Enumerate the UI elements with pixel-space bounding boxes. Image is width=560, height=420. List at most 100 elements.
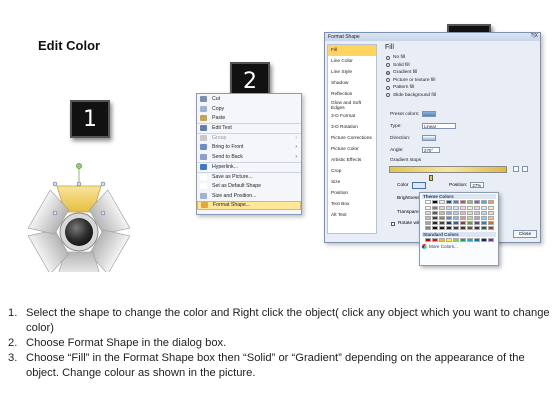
menu-item-send-to-back[interactable]: Send to Back › (197, 152, 301, 162)
menu-item-hyperlink[interactable]: Hyperlink... (197, 161, 301, 172)
color-swatch[interactable] (474, 216, 480, 220)
nav-item-artistic-effects[interactable]: Artistic Effects (328, 155, 376, 166)
menu-item-save-as-picture[interactable]: Save as Picture... (197, 171, 301, 182)
nav-item-picture-color[interactable]: Picture Color (328, 144, 376, 155)
color-swatch[interactable] (460, 226, 466, 230)
remove-stop-icon[interactable] (522, 166, 528, 172)
gradient-stop-handle[interactable] (429, 175, 433, 181)
menu-item-group[interactable]: Group › (197, 132, 301, 143)
direction-dropdown[interactable] (422, 135, 436, 141)
menu-item-copy[interactable]: Copy (197, 104, 301, 114)
close-button[interactable]: Close (513, 230, 537, 238)
gradient-stops-bar[interactable] (389, 166, 507, 173)
color-swatch[interactable] (488, 216, 494, 220)
option-slide-background-fill[interactable]: Slide background fill (386, 92, 539, 100)
color-swatch[interactable] (439, 211, 445, 215)
color-swatch[interactable] (425, 211, 431, 215)
option-solid-fill[interactable]: Solid fill (386, 62, 539, 70)
color-swatch[interactable] (460, 221, 466, 225)
color-swatch[interactable] (481, 238, 487, 242)
color-swatch[interactable] (446, 211, 452, 215)
color-swatch[interactable] (446, 226, 452, 230)
nav-item-line-style[interactable]: Line Style (328, 67, 376, 78)
menu-item-set-default-shape[interactable]: Set as Default Shape (197, 181, 301, 191)
color-swatch[interactable] (481, 211, 487, 215)
option-gradient-fill[interactable]: Gradient fill (386, 69, 539, 77)
color-swatch[interactable] (467, 238, 473, 242)
nav-item-line-color[interactable]: Line Color (328, 56, 376, 67)
color-swatch[interactable] (446, 216, 452, 220)
color-swatch[interactable] (460, 206, 466, 210)
option-no-fill[interactable]: No fill (386, 54, 539, 62)
selected-shape[interactable] (28, 160, 132, 272)
nav-item-size[interactable]: Size (328, 177, 376, 188)
nav-item-position[interactable]: Position (328, 188, 376, 199)
menu-item-edit-text[interactable]: Edit Text (197, 123, 301, 133)
color-swatch[interactable] (474, 226, 480, 230)
option-picture-fill[interactable]: Picture or texture fill (386, 77, 539, 85)
color-swatch[interactable] (467, 216, 473, 220)
color-swatch[interactable] (425, 216, 431, 220)
color-swatch[interactable] (488, 206, 494, 210)
resize-handle[interactable] (100, 181, 106, 187)
color-swatch[interactable] (460, 238, 466, 242)
color-swatch[interactable] (488, 226, 494, 230)
color-swatch[interactable] (467, 206, 473, 210)
color-swatch[interactable] (474, 200, 480, 204)
color-swatch[interactable] (432, 238, 438, 242)
resize-handle[interactable] (52, 210, 58, 216)
color-swatch[interactable] (488, 211, 494, 215)
color-swatch[interactable] (488, 200, 494, 204)
color-swatch[interactable] (481, 226, 487, 230)
resize-handle[interactable] (100, 210, 106, 216)
color-swatch[interactable] (439, 238, 445, 242)
type-dropdown[interactable]: Linear (422, 123, 456, 129)
color-swatch[interactable] (453, 238, 459, 242)
color-dropdown[interactable] (412, 182, 427, 189)
color-swatch[interactable] (439, 221, 445, 225)
color-swatch[interactable] (453, 216, 459, 220)
angle-input[interactable]: 270° (422, 147, 440, 153)
color-swatch[interactable] (453, 211, 459, 215)
color-swatch[interactable] (474, 211, 480, 215)
color-swatch[interactable] (474, 206, 480, 210)
color-swatch[interactable] (488, 238, 494, 242)
menu-item-paste[interactable]: Paste (197, 113, 301, 123)
color-swatch[interactable] (474, 238, 480, 242)
color-swatch[interactable] (425, 221, 431, 225)
color-swatch[interactable] (432, 226, 438, 230)
menu-item-cut[interactable]: Cut (197, 94, 301, 104)
color-swatch[interactable] (425, 226, 431, 230)
color-swatch[interactable] (446, 221, 452, 225)
color-swatch[interactable] (432, 206, 438, 210)
nav-item-3d-format[interactable]: 3-D Format (328, 111, 376, 122)
nav-item-alt-text[interactable]: Alt Text (328, 210, 376, 221)
color-swatch[interactable] (460, 211, 466, 215)
nav-item-fill[interactable]: Fill (328, 45, 376, 56)
option-pattern-fill[interactable]: Pattern fill (386, 84, 539, 92)
menu-item-size-position[interactable]: Size and Position... (197, 191, 301, 201)
color-swatch[interactable] (481, 206, 487, 210)
color-swatch[interactable] (460, 216, 466, 220)
color-swatch[interactable] (446, 206, 452, 210)
color-swatch[interactable] (474, 221, 480, 225)
color-swatch[interactable] (439, 206, 445, 210)
color-swatch[interactable] (453, 206, 459, 210)
preset-colors-dropdown[interactable] (422, 111, 436, 117)
rotate-handle[interactable] (76, 163, 82, 169)
color-swatch[interactable] (425, 200, 431, 204)
color-swatch[interactable] (425, 238, 431, 242)
color-swatch[interactable] (467, 211, 473, 215)
dialog-window-controls[interactable]: ?|X (531, 33, 538, 39)
color-swatch[interactable] (453, 226, 459, 230)
color-swatch[interactable] (453, 221, 459, 225)
nav-item-text-box[interactable]: Text Box (328, 199, 376, 210)
color-swatch[interactable] (467, 200, 473, 204)
color-swatch[interactable] (481, 216, 487, 220)
color-swatch[interactable] (432, 221, 438, 225)
resize-handle[interactable] (52, 181, 58, 187)
nav-item-3d-rotation[interactable]: 3-D Rotation (328, 122, 376, 133)
color-swatch[interactable] (439, 216, 445, 220)
menu-item-format-shape[interactable]: Format Shape... (197, 200, 301, 211)
color-swatch[interactable] (446, 200, 452, 204)
